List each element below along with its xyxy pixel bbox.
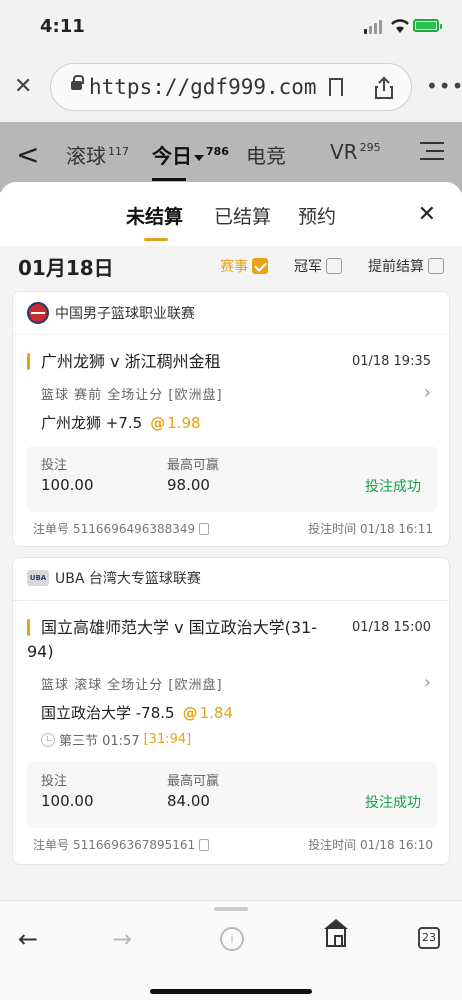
bet-card[interactable]: UBA UBA 台湾大专篮球联赛 国立高雄师范大学 v 国立政治大学(31- 94… (12, 557, 450, 865)
chevron-down-icon (194, 154, 204, 161)
max-win-value: 98.00 (167, 476, 210, 494)
back-arrow-icon[interactable]: ← (18, 925, 38, 953)
tab-settled[interactable]: 已结算 (214, 202, 271, 229)
address-bar[interactable]: https://gdf999.com (50, 63, 412, 111)
chevron-right-icon[interactable]: › (424, 382, 431, 403)
filter-label: 提前结算 (368, 259, 424, 275)
close-icon[interactable]: ✕ (418, 202, 436, 227)
live-score: [31:94] (143, 732, 192, 747)
drag-handle[interactable] (214, 907, 248, 911)
filter-champion[interactable]: 冠军 (294, 256, 342, 276)
home-icon[interactable] (324, 919, 348, 947)
league-name: UBA 台湾大专篮球联赛 (55, 571, 201, 587)
copy-icon[interactable] (199, 522, 210, 535)
match-name: 广州龙狮 v 浙江稠州金租 (27, 350, 327, 374)
stake-value: 100.00 (41, 792, 94, 810)
max-win-value: 84.00 (167, 792, 210, 810)
tab-unsettled[interactable]: 未结算 (126, 202, 183, 241)
status-time: 4:11 (40, 16, 85, 37)
league-name: 中国男子篮球职业联赛 (55, 306, 195, 322)
tabs-icon[interactable]: 23 (418, 927, 440, 949)
bet-pick: 国立政治大学 -78.51.84 (41, 702, 233, 723)
stake-label: 投注 (41, 774, 68, 789)
clock-icon (41, 732, 55, 747)
league-header: UBA UBA 台湾大专篮球联赛 (27, 568, 201, 588)
bet-time: 投注时间 01/18 16:10 (308, 838, 433, 852)
max-win-label: 最高可赢 (167, 774, 220, 789)
league-header: 中国男子篮球职业联赛 (27, 302, 195, 324)
smart-info-icon[interactable]: i (220, 927, 244, 951)
live-period: 第三节 01:57 [31:94] (41, 730, 191, 749)
odds: 1.84 (183, 704, 233, 722)
battery-icon (413, 19, 442, 32)
date-heading: 01月18日 (18, 256, 114, 280)
bet-pick: 广州龙狮 +7.51.98 (41, 412, 201, 433)
match-time: 01/18 15:00 (351, 620, 431, 635)
bookmark-icon[interactable] (329, 78, 343, 96)
bet-list: 01月18日 赛事 冠军 提前结算 中国男子篮球职业联赛 广州龙狮 v 浙江稠州… (0, 247, 462, 900)
match-time: 01/18 19:35 (351, 354, 431, 369)
share-icon[interactable] (373, 76, 395, 100)
filter-events[interactable]: 赛事 (220, 256, 268, 276)
signal-icon (364, 20, 382, 34)
tab-vr[interactable]: VR 295 (330, 140, 381, 164)
url-text[interactable]: https://gdf999.com (89, 75, 317, 99)
sheet-tabs: 未结算 已结算 预约 (0, 202, 462, 242)
filter-icon[interactable] (420, 142, 444, 166)
uba-logo-icon: UBA (27, 570, 49, 586)
filter-label: 赛事 (220, 259, 248, 275)
back-icon[interactable]: < (16, 138, 39, 171)
bet-meta: 篮球 赛前 全场让分 [欧洲盘] (41, 388, 223, 403)
close-icon[interactable]: ✕ (14, 74, 32, 99)
bet-card[interactable]: 中国男子篮球职业联赛 广州龙狮 v 浙江稠州金租 01/18 19:35 篮球 … (12, 291, 450, 547)
odds: 1.98 (150, 414, 200, 432)
filter-label: 冠军 (294, 259, 322, 275)
match-name: 国立高雄师范大学 v 国立政治大学(31- 94) (27, 616, 347, 664)
stake-box: 投注 100.00 最高可赢 84.00 投注成功 (27, 762, 437, 828)
status-bar: 4:11 (0, 0, 462, 52)
checkbox-checked-icon[interactable] (252, 258, 268, 274)
bet-time: 投注时间 01/18 16:11 (308, 522, 433, 536)
more-icon[interactable]: ••• (426, 74, 462, 98)
order-number: 注单号 5116696367895161 (33, 836, 210, 853)
stake-value: 100.00 (41, 476, 94, 494)
browser-bottom-bar: ← → i 23 (0, 900, 462, 1000)
divider (13, 600, 449, 601)
stake-label: 投注 (41, 458, 68, 473)
bet-status: 投注成功 (365, 795, 421, 811)
bet-record-sheet: 未结算 已结算 预约 ✕ 01月18日 赛事 冠军 提前结算 中国男子篮球职业联… (0, 182, 462, 900)
forward-arrow-icon[interactable]: → (112, 925, 132, 953)
copy-icon[interactable] (199, 838, 210, 851)
lock-icon (71, 75, 84, 90)
checkbox-icon[interactable] (326, 258, 342, 274)
bet-meta: 篮球 滚球 全场让分 [欧洲盘] (41, 678, 223, 693)
tab-esports[interactable]: 电竞 (246, 140, 286, 169)
stake-box: 投注 100.00 最高可赢 98.00 投注成功 (27, 446, 437, 512)
filter-early-settle[interactable]: 提前结算 (368, 256, 444, 276)
bet-status: 投注成功 (365, 479, 421, 495)
max-win-label: 最高可赢 (167, 458, 220, 473)
checkbox-icon[interactable] (428, 258, 444, 274)
tab-today[interactable]: 今日 786 (152, 140, 229, 181)
divider (13, 334, 449, 335)
cba-logo-icon (27, 302, 49, 324)
home-indicator (150, 989, 312, 994)
order-number: 注单号 5116696496388349 (33, 520, 210, 537)
tab-live[interactable]: 滚球 117 (66, 140, 129, 169)
chevron-right-icon[interactable]: › (424, 672, 431, 693)
wifi-icon (391, 19, 409, 33)
browser-toolbar: ✕ https://gdf999.com ••• (0, 52, 462, 122)
tab-reserved[interactable]: 预约 (298, 202, 336, 229)
